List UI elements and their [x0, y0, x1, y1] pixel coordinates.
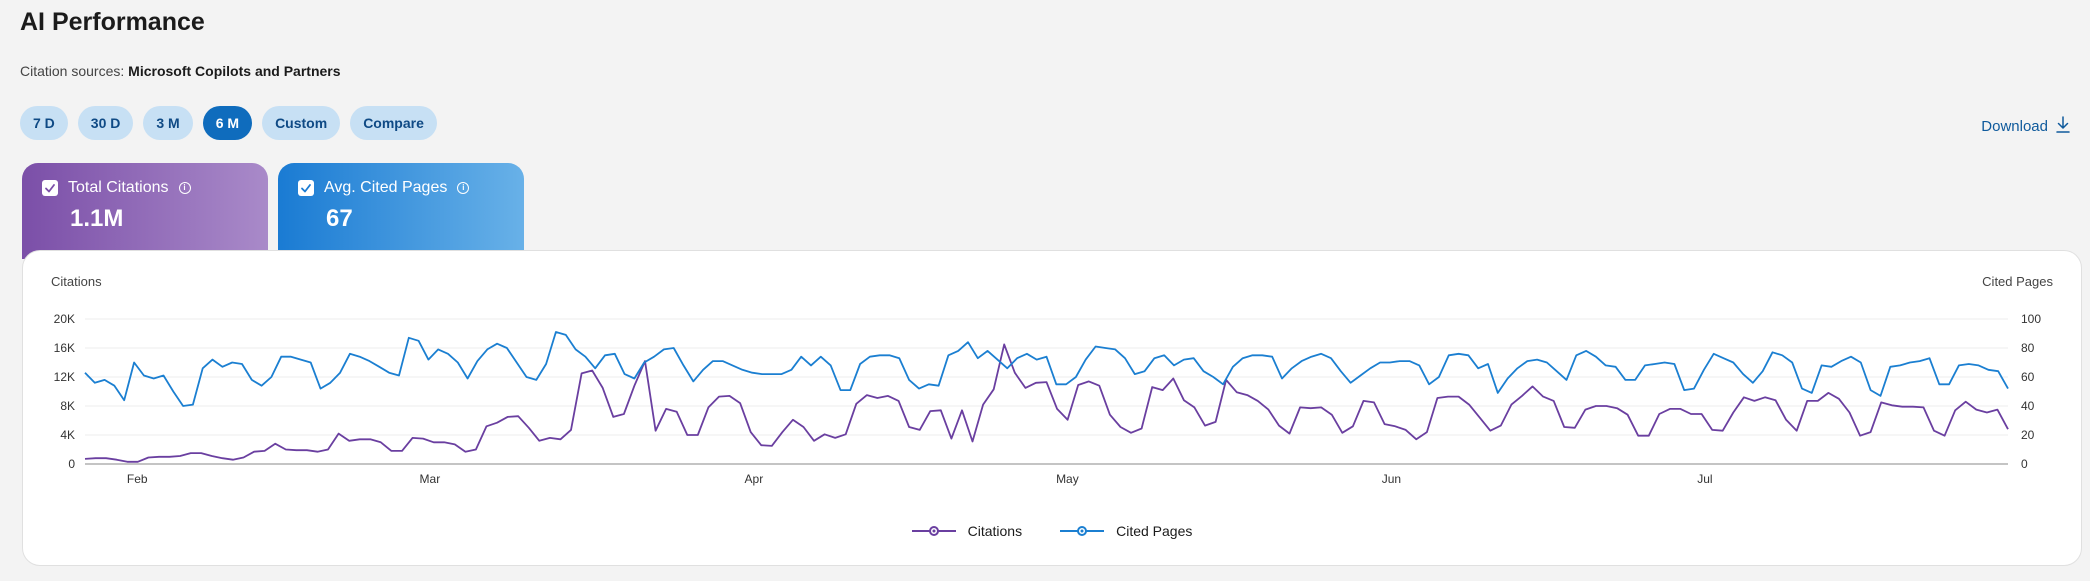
info-icon[interactable]: i: [178, 182, 191, 194]
left-tick-label: 20K: [54, 312, 75, 326]
cited-pages-series-line[interactable]: [84, 331, 2009, 407]
avg-cited-pages-checkbox[interactable]: [298, 180, 314, 196]
x-month-label: Feb: [127, 472, 148, 486]
avg-cited-pages-label: Avg. Cited Pages: [324, 179, 448, 196]
range-button-7d[interactable]: 7 D: [20, 106, 68, 140]
citations-legend-marker: [911, 526, 956, 536]
range-button-6m[interactable]: 6 M: [202, 106, 253, 140]
x-month-label: May: [1056, 472, 1079, 486]
right-tick-label: 80: [2021, 341, 2035, 355]
x-month-label: Jun: [1382, 472, 1401, 486]
left-tick-label: 16K: [54, 341, 75, 355]
avg-cited-pages-value: 67: [326, 205, 353, 232]
chart-panel: Citations Cited Pages 0 0 4K 20 8K 40 12K 60 16K 80…: [22, 250, 2082, 566]
x-month-label: Jul: [1697, 472, 1712, 486]
right-tick-label: 100: [2021, 312, 2041, 326]
chart-legend: Citations Cited Pages: [23, 523, 2081, 539]
total-citations-card[interactable]: Total Citations i 1.1M: [22, 163, 268, 259]
avg-cited-pages-card[interactable]: Avg. Cited Pages i 67: [278, 163, 524, 259]
right-tick-label: 60: [2021, 370, 2035, 384]
checkmark-icon: [45, 184, 55, 193]
left-tick-label: 4K: [60, 428, 75, 442]
info-icon[interactable]: i: [457, 182, 470, 194]
legend-citations-label: Citations: [967, 523, 1023, 539]
page-title: AI Performance: [20, 8, 205, 36]
download-label: Download: [1981, 118, 2048, 135]
download-icon: [2056, 116, 2070, 137]
total-citations-value: 1.1M: [70, 205, 124, 232]
x-month-label: Mar: [420, 472, 441, 486]
total-citations-label: Total Citations: [68, 179, 169, 196]
range-button-compare[interactable]: Compare: [350, 106, 437, 140]
citations-series-line[interactable]: [84, 343, 2009, 463]
sources-value: Microsoft Copilots and Partners: [128, 63, 341, 79]
total-citations-checkbox[interactable]: [42, 180, 58, 196]
left-tick-label: 12K: [54, 370, 75, 384]
left-axis-title: Citations: [51, 274, 102, 289]
left-tick-label: 8K: [60, 399, 75, 413]
cited-pages-legend-marker: [1060, 526, 1105, 536]
right-tick-label: 20: [2021, 428, 2035, 442]
citation-sources: Citation sources: Microsoft Copilots and…: [20, 63, 341, 79]
range-button-30d[interactable]: 30 D: [77, 106, 134, 140]
range-button-3m[interactable]: 3 M: [143, 106, 193, 140]
right-tick-label: 0: [2021, 457, 2028, 471]
legend-citations[interactable]: Citations: [911, 523, 1023, 539]
sources-label: Citation sources:: [20, 63, 125, 79]
x-month-label: Apr: [745, 472, 764, 486]
right-axis-title: Cited Pages: [1982, 274, 2053, 289]
left-tick-label: 0: [68, 457, 75, 471]
legend-cited-pages-label: Cited Pages: [1116, 523, 1193, 539]
checkmark-icon: [301, 184, 311, 193]
right-tick-label: 40: [2021, 399, 2035, 413]
performance-line-chart: Citations Cited Pages 0 0 4K 20 8K 40 12K 60 16K 80…: [51, 274, 2053, 486]
range-button-custom[interactable]: Custom: [262, 106, 341, 140]
legend-cited-pages[interactable]: Cited Pages: [1060, 523, 1192, 539]
download-button[interactable]: Download: [1981, 116, 2070, 137]
date-range-selector: 7 D 30 D 3 M 6 M Custom Compare: [20, 106, 437, 140]
